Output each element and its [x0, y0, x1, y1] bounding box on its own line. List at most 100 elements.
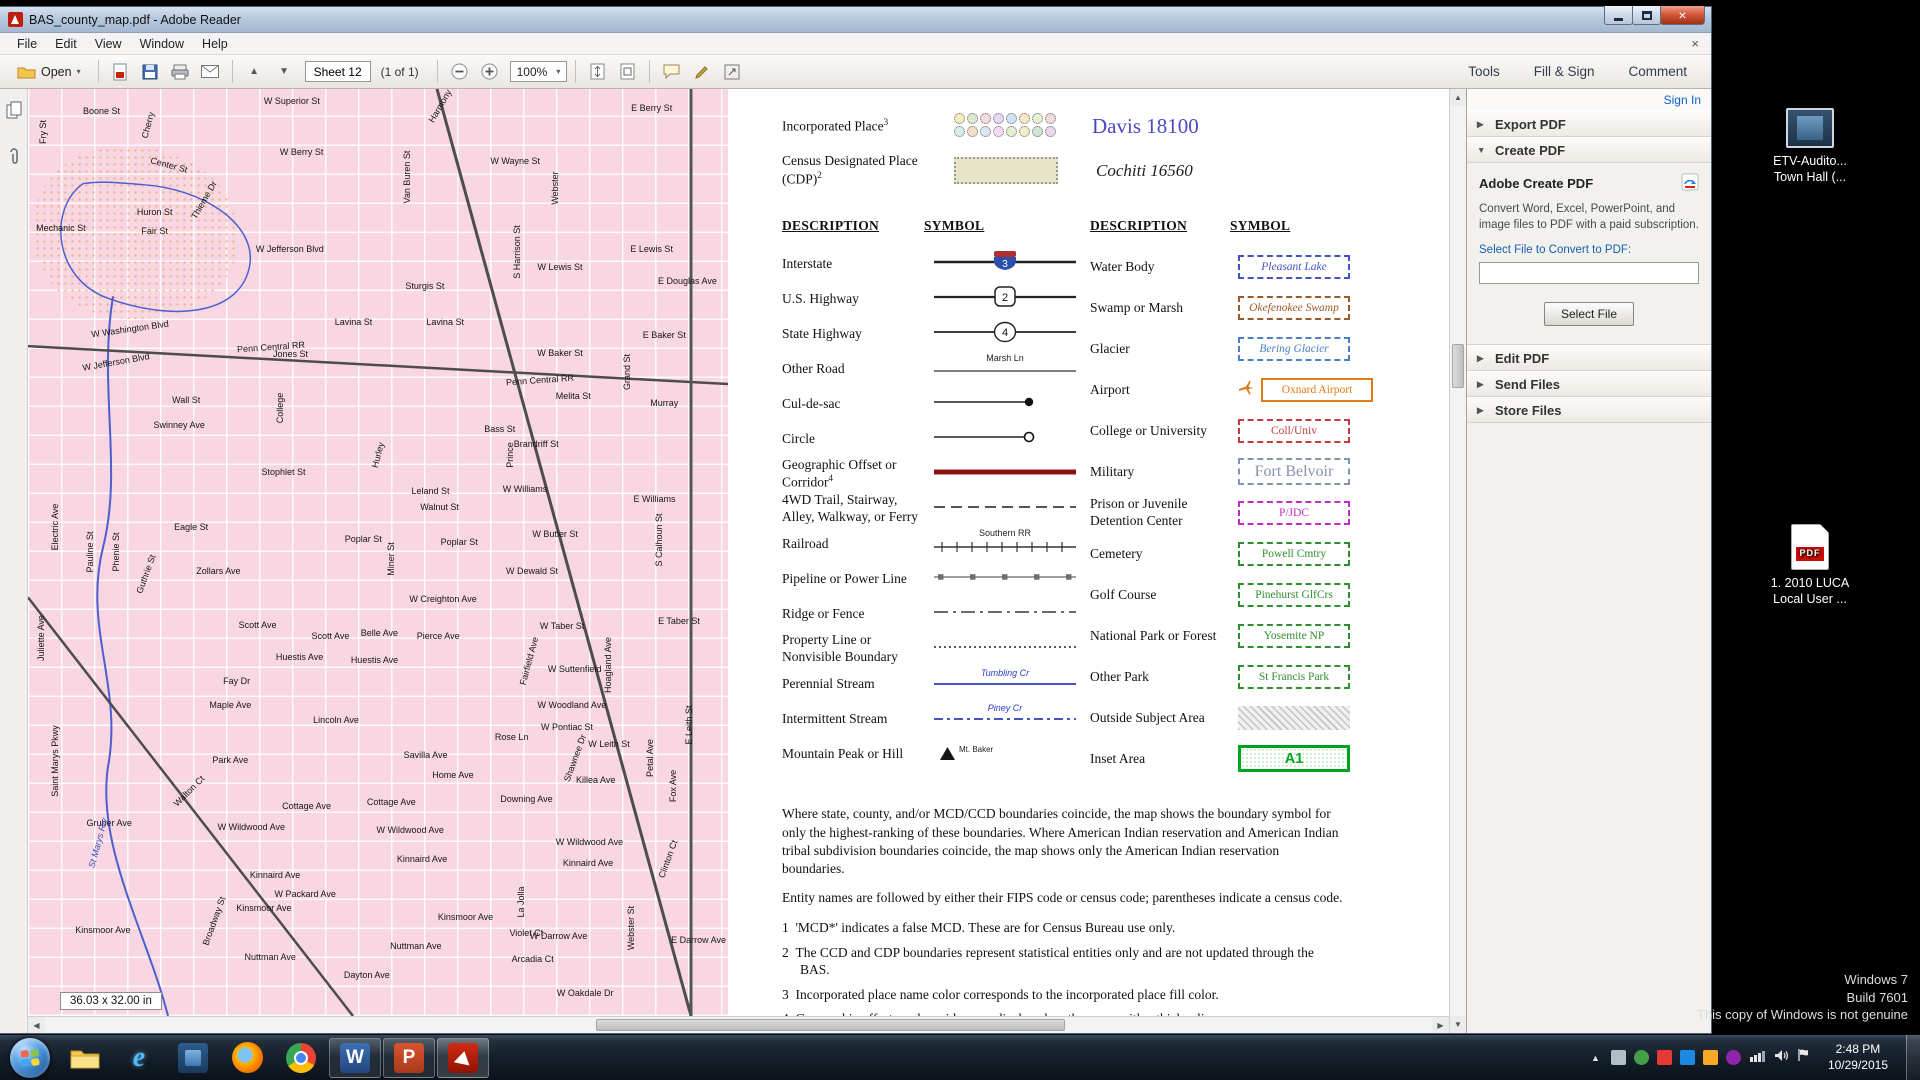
desktop-icon-luca-pdf[interactable]: PDF 1. 2010 LUCA Local User ...	[1748, 524, 1872, 608]
firefox-icon	[231, 1042, 263, 1073]
convert-file-input[interactable]	[1479, 262, 1699, 285]
panel-section-store-files[interactable]: ▶ Store Files	[1467, 397, 1711, 424]
attachments-icon[interactable]	[7, 148, 21, 171]
taskbar-firefox[interactable]	[221, 1038, 273, 1078]
legend-symbol-ridge	[930, 596, 1082, 631]
tray-icon-5[interactable]	[1702, 1050, 1718, 1065]
tray-icon-1[interactable]	[1610, 1050, 1626, 1065]
taskbar-powerpoint[interactable]: P	[383, 1037, 435, 1078]
scroll-left-icon[interactable]: ◀	[28, 1017, 45, 1033]
street-label: Huestis Ave	[350, 655, 399, 666]
document-area[interactable]: Boone St Fry St Cherry W Superior St Harmony…	[28, 89, 1449, 1033]
open-button[interactable]: Open ▾	[8, 59, 90, 85]
tab-comment[interactable]: Comment	[1628, 64, 1687, 79]
legend-row-pipeline: Pipeline or Power Line	[782, 561, 1090, 596]
save-icon[interactable]	[137, 59, 164, 84]
horizontal-scrollbar[interactable]: ◀ ▶	[28, 1016, 1449, 1033]
page-thumbnails-icon[interactable]	[6, 101, 22, 124]
street-label: W Berry St	[279, 147, 324, 158]
scroll-mode-icon[interactable]	[584, 59, 611, 84]
menu-view[interactable]: View	[86, 35, 131, 53]
legend-row-trail: 4WD Trail, Stairway, Alley, Walkway, or …	[782, 491, 1090, 526]
menu-file[interactable]: File	[8, 35, 46, 53]
close-button[interactable]: ×	[1660, 6, 1705, 25]
volume-icon[interactable]	[1774, 1049, 1789, 1067]
toolbar: Open ▾ ▲ ▼ (1 of 1) 100% ▾	[0, 55, 1711, 89]
taskbar-internet-explorer[interactable]: e	[113, 1038, 165, 1078]
street-label: W Wayne St	[490, 156, 541, 167]
street-label: Electric Ave	[50, 504, 61, 551]
email-icon[interactable]	[197, 59, 224, 84]
minimize-button[interactable]	[1604, 6, 1633, 25]
start-button[interactable]	[10, 1037, 50, 1078]
taskbar-app-blue[interactable]	[167, 1038, 219, 1078]
scroll-up-icon[interactable]: ▲	[1450, 89, 1466, 106]
sign-pen-icon[interactable]	[688, 59, 715, 84]
desktop-icon-etv-video[interactable]: ETV-Audito... Town Hall (...	[1748, 108, 1872, 186]
menu-edit[interactable]: Edit	[46, 35, 86, 53]
legend-row-interstate: Interstate 3	[782, 246, 1090, 281]
street-label: W Darrow Ave	[529, 931, 588, 942]
taskbar-chrome[interactable]	[275, 1038, 327, 1078]
vertical-scroll-thumb[interactable]	[1452, 344, 1464, 388]
zoom-in-icon[interactable]	[476, 59, 503, 84]
show-hidden-icons[interactable]: ▲	[1588, 1053, 1603, 1063]
panel-section-export-pdf[interactable]: ▶ Export PDF	[1467, 111, 1711, 137]
street-label: Bass St	[484, 424, 516, 435]
menu-help[interactable]: Help	[193, 35, 237, 53]
tray-icon-6[interactable]	[1725, 1050, 1741, 1065]
title-bar[interactable]: BAS_county_map.pdf - Adobe Reader ×	[0, 6, 1711, 33]
street-label: Hurley	[369, 441, 387, 470]
legend-row-cemetery: Cemetery Powell Cmtry	[1090, 533, 1430, 574]
maximize-button[interactable]	[1632, 6, 1661, 25]
scroll-down-icon[interactable]: ▼	[1450, 1016, 1466, 1033]
network-icon[interactable]	[1749, 1049, 1766, 1067]
panel-section-send-files[interactable]: ▶ Send Files	[1467, 371, 1711, 398]
create-pdf-icon[interactable]	[107, 59, 134, 84]
street-label: Center St	[149, 155, 190, 175]
tray-icon-3[interactable]	[1656, 1050, 1672, 1065]
tray-icon-4[interactable]	[1679, 1050, 1695, 1065]
show-desktop-button[interactable]	[1906, 1035, 1920, 1080]
tray-icon-2[interactable]	[1633, 1050, 1649, 1065]
chevron-right-icon: ▶	[1477, 118, 1484, 129]
taskbar-windows-explorer[interactable]	[59, 1038, 111, 1078]
menu-window[interactable]: Window	[131, 35, 193, 53]
taskbar-adobe-reader[interactable]	[437, 1037, 489, 1078]
taskbar-clock[interactable]: 2:48 PM 10/29/2015	[1818, 1042, 1898, 1073]
legend-row-swamp: Swamp or Marsh Okefenokee Swamp	[1090, 287, 1430, 328]
zoom-out-icon[interactable]	[446, 59, 473, 84]
zoom-level-select[interactable]: 100% ▾	[509, 61, 568, 82]
incorporated-place-swatch	[1006, 113, 1017, 124]
select-file-button[interactable]: Select File	[1543, 302, 1635, 327]
next-page-icon[interactable]: ▼	[271, 59, 298, 84]
legend-footnote: 3 Incorporated place name color correspo…	[782, 986, 1219, 1002]
legend-box-glacier: Bering Glacier	[1238, 336, 1350, 361]
sign-in-link[interactable]: Sign In	[1664, 93, 1701, 107]
adobe-reader-window: BAS_county_map.pdf - Adobe Reader × File…	[0, 6, 1712, 1034]
print-icon[interactable]	[167, 59, 194, 84]
street-label: Park Ave	[212, 755, 249, 766]
street-label: Webster St	[625, 905, 636, 951]
document-close-icon[interactable]: ×	[1679, 36, 1711, 51]
action-center-flag-icon[interactable]	[1797, 1048, 1810, 1067]
street-label: Jones St	[272, 349, 309, 360]
fit-page-icon[interactable]	[614, 59, 641, 84]
scroll-right-icon[interactable]: ▶	[1432, 1017, 1449, 1033]
vertical-scrollbar[interactable]: ▲ ▼	[1449, 89, 1466, 1033]
previous-page-icon[interactable]: ▲	[241, 59, 268, 84]
tab-fill-sign[interactable]: Fill & Sign	[1534, 64, 1595, 79]
street-label: E Douglas Ave	[657, 275, 717, 286]
incorporated-place-swatch	[1019, 113, 1030, 124]
taskbar-word[interactable]: W	[329, 1037, 381, 1078]
horizontal-scroll-thumb[interactable]	[596, 1019, 1066, 1031]
comment-bubble-icon[interactable]	[658, 59, 685, 84]
fullscreen-icon[interactable]	[718, 59, 745, 84]
page-number-input[interactable]	[304, 61, 371, 82]
panel-section-edit-pdf[interactable]: ▶ Edit PDF	[1467, 345, 1711, 372]
panel-section-create-pdf[interactable]: ▼ Create PDF	[1467, 137, 1711, 163]
tab-tools[interactable]: Tools	[1468, 64, 1500, 79]
toolbar-separator	[649, 60, 651, 83]
street-label: Mechanic St	[36, 223, 86, 234]
street-label: Saint Marys Pkwy	[50, 725, 61, 797]
